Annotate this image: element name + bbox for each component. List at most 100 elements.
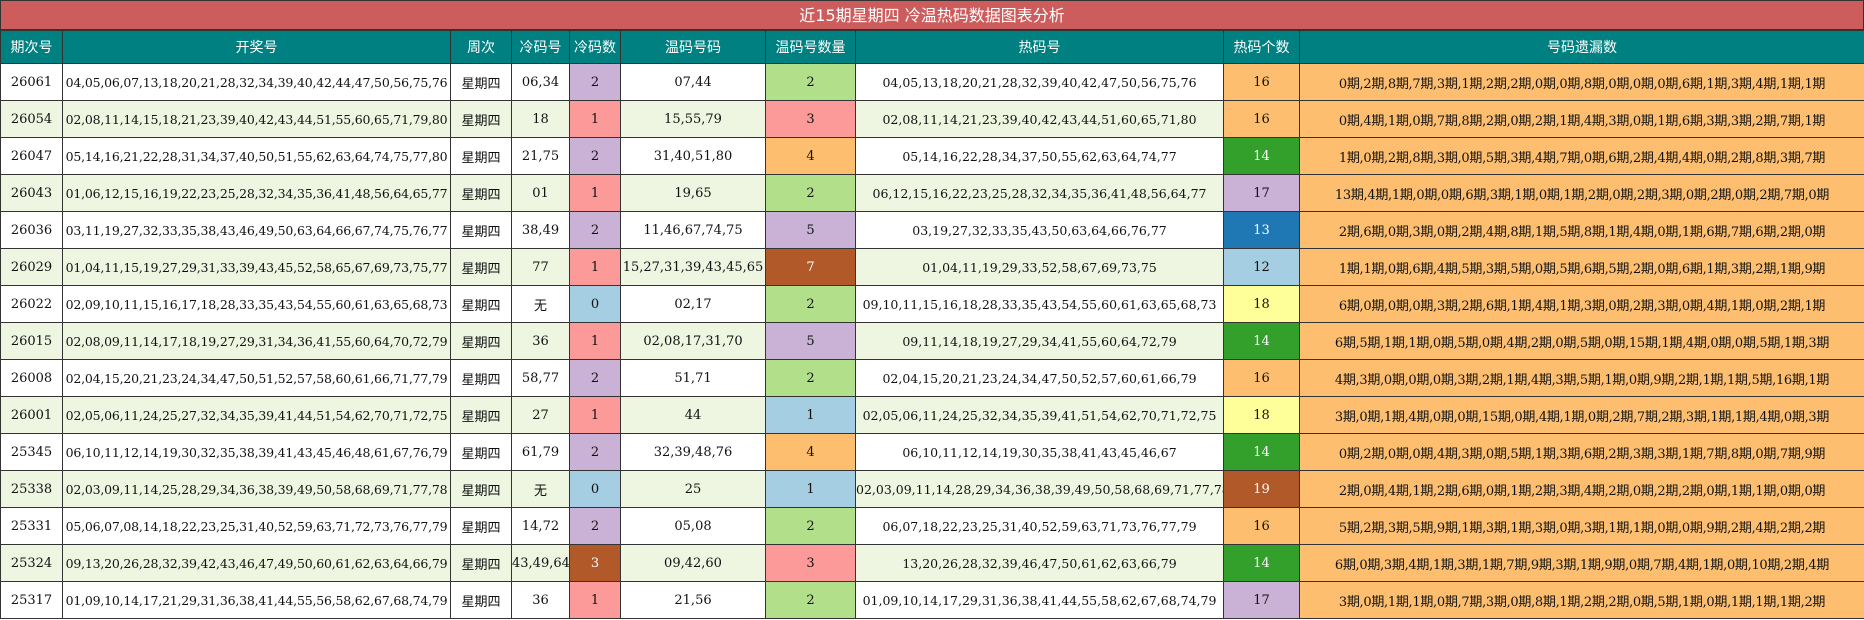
hot-numbers-cell: 02,08,11,14,21,23,39,40,42,43,44,51,60,6… bbox=[855, 100, 1224, 138]
hot-count-cell: 18 bbox=[1223, 396, 1300, 434]
table-row: 26036 03,11,19,27,32,33,35,38,43,46,49,50… bbox=[0, 211, 1864, 249]
cold-count-cell: 1 bbox=[569, 100, 621, 138]
cold-numbers-cell: 36 bbox=[511, 322, 570, 360]
missing-counts-cell: 6期,5期,1期,1期,0期,5期,0期,4期,2期,0期,5期,0期,15期,… bbox=[1299, 322, 1864, 360]
hot-count-cell: 16 bbox=[1223, 359, 1300, 397]
table-row: 25345 06,10,11,12,14,19,30,32,35,38,39,41… bbox=[0, 433, 1864, 471]
warm-numbers-cell: 51,71 bbox=[620, 359, 766, 397]
warm-numbers-cell: 31,40,51,80 bbox=[620, 137, 766, 175]
cold-count-cell: 1 bbox=[569, 396, 621, 434]
issue-cell: 26047 bbox=[0, 137, 63, 175]
issue-cell: 26022 bbox=[0, 285, 63, 323]
missing-counts-cell: 1期,1期,0期,6期,4期,5期,3期,5期,0期,5期,6期,5期,2期,0… bbox=[1299, 248, 1864, 286]
warm-numbers-cell: 09,42,60 bbox=[620, 544, 766, 582]
draw-numbers-cell: 05,14,16,21,22,28,31,34,37,40,50,51,55,6… bbox=[62, 137, 451, 175]
table-row: 26008 02,04,15,20,21,23,24,34,47,50,51,52… bbox=[0, 359, 1864, 397]
issue-cell: 26015 bbox=[0, 322, 63, 360]
hot-numbers-cell: 06,12,15,16,22,23,25,28,32,34,35,36,41,4… bbox=[855, 174, 1224, 212]
hot-numbers-cell: 02,04,15,20,21,23,24,34,47,50,52,57,60,6… bbox=[855, 359, 1224, 397]
missing-counts-cell: 5期,2期,3期,5期,9期,1期,3期,1期,3期,0期,3期,1期,1期,0… bbox=[1299, 507, 1864, 545]
hot-count-cell: 13 bbox=[1223, 211, 1300, 249]
warm-count-cell: 5 bbox=[765, 211, 856, 249]
missing-counts-cell: 2期,0期,4期,1期,2期,6期,0期,1期,2期,3期,4期,2期,0期,2… bbox=[1299, 470, 1864, 508]
warm-count-cell: 1 bbox=[765, 396, 856, 434]
issue-cell: 26061 bbox=[0, 63, 63, 101]
cold-numbers-cell: 61,79 bbox=[511, 433, 570, 471]
hot-count-cell: 14 bbox=[1223, 544, 1300, 582]
table-row: 26029 01,04,11,15,19,27,29,31,33,39,43,45… bbox=[0, 248, 1864, 286]
warm-numbers-cell: 32,39,48,76 bbox=[620, 433, 766, 471]
warm-count-cell: 2 bbox=[765, 581, 856, 619]
draw-numbers-cell: 03,11,19,27,32,33,35,38,43,46,49,50,63,6… bbox=[62, 211, 451, 249]
draw-numbers-cell: 09,13,20,26,28,32,39,42,43,46,47,49,50,6… bbox=[62, 544, 451, 582]
cold-numbers-cell: 14,72 bbox=[511, 507, 570, 545]
missing-counts-cell: 4期,3期,0期,0期,0期,3期,2期,1期,4期,3期,5期,1期,0期,9… bbox=[1299, 359, 1864, 397]
draw-numbers-cell: 02,09,10,11,15,16,17,18,28,33,35,43,54,5… bbox=[62, 285, 451, 323]
cold-numbers-cell: 36 bbox=[511, 581, 570, 619]
table-row: 26054 02,08,11,14,15,18,21,23,39,40,42,43… bbox=[0, 100, 1864, 138]
draw-numbers-cell: 01,09,10,14,17,21,29,31,36,38,41,44,55,5… bbox=[62, 581, 451, 619]
draw-numbers-cell: 04,05,06,07,13,18,20,21,28,32,34,39,40,4… bbox=[62, 63, 451, 101]
warm-count-cell: 2 bbox=[765, 174, 856, 212]
cold-count-cell: 2 bbox=[569, 137, 621, 175]
weekday-cell: 星期四 bbox=[450, 507, 512, 545]
warm-numbers-cell: 44 bbox=[620, 396, 766, 434]
warm-count-cell: 2 bbox=[765, 63, 856, 101]
cold-count-cell: 1 bbox=[569, 174, 621, 212]
hot-count-cell: 16 bbox=[1223, 100, 1300, 138]
hot-count-cell: 14 bbox=[1223, 433, 1300, 471]
hot-numbers-cell: 06,10,11,12,14,19,30,35,38,41,43,45,46,6… bbox=[855, 433, 1224, 471]
weekday-cell: 星期四 bbox=[450, 285, 512, 323]
warm-numbers-cell: 11,46,67,74,75 bbox=[620, 211, 766, 249]
cold-numbers-cell: 38,49 bbox=[511, 211, 570, 249]
hot-numbers-cell: 09,10,11,15,16,18,28,33,35,43,54,55,60,6… bbox=[855, 285, 1224, 323]
table-row: 26043 01,06,12,15,16,19,22,23,25,28,32,34… bbox=[0, 174, 1864, 212]
warm-numbers-cell: 15,55,79 bbox=[620, 100, 766, 138]
weekday-cell: 星期四 bbox=[450, 544, 512, 582]
warm-count-cell: 3 bbox=[765, 100, 856, 138]
weekday-cell: 星期四 bbox=[450, 359, 512, 397]
warm-count-cell: 3 bbox=[765, 544, 856, 582]
draw-numbers-cell: 02,03,09,11,14,25,28,29,34,36,38,39,49,5… bbox=[62, 470, 451, 508]
draw-numbers-cell: 01,04,11,15,19,27,29,31,33,39,43,45,52,5… bbox=[62, 248, 451, 286]
missing-counts-cell: 6期,0期,3期,4期,1期,3期,1期,7期,9期,3期,1期,9期,0期,7… bbox=[1299, 544, 1864, 582]
weekday-cell: 星期四 bbox=[450, 470, 512, 508]
hot-count-cell: 14 bbox=[1223, 137, 1300, 175]
hot-numbers-cell: 09,11,14,18,19,27,29,34,41,55,60,64,72,7… bbox=[855, 322, 1224, 360]
missing-counts-cell: 1期,0期,2期,8期,3期,0期,5期,3期,4期,7期,0期,6期,2期,4… bbox=[1299, 137, 1864, 175]
warm-numbers-cell: 25 bbox=[620, 470, 766, 508]
missing-counts-cell: 2期,6期,0期,3期,0期,2期,4期,8期,1期,5期,8期,1期,4期,0… bbox=[1299, 211, 1864, 249]
warm-count-cell: 1 bbox=[765, 470, 856, 508]
header-row: 期次号 开奖号 周次 冷码号 冷码数 温码号码 温码号数量 热码号 热码个数 号… bbox=[0, 30, 1864, 64]
header-warm: 温码号码 bbox=[620, 30, 766, 64]
hot-numbers-cell: 05,14,16,22,28,34,37,50,55,62,63,64,74,7… bbox=[855, 137, 1224, 175]
warm-numbers-cell: 19,65 bbox=[620, 174, 766, 212]
missing-counts-cell: 3期,0期,1期,4期,0期,0期,15期,0期,4期,1期,0期,2期,7期,… bbox=[1299, 396, 1864, 434]
table-row: 26022 02,09,10,11,15,16,17,18,28,33,35,43… bbox=[0, 285, 1864, 323]
cold-count-cell: 2 bbox=[569, 433, 621, 471]
hot-count-cell: 19 bbox=[1223, 470, 1300, 508]
header-numbers: 开奖号 bbox=[62, 30, 451, 64]
issue-cell: 26001 bbox=[0, 396, 63, 434]
header-cold-count: 冷码数 bbox=[569, 30, 621, 64]
missing-counts-cell: 0期,2期,0期,0期,4期,3期,0期,5期,1期,3期,6期,2期,3期,3… bbox=[1299, 433, 1864, 471]
cold-count-cell: 0 bbox=[569, 470, 621, 508]
warm-count-cell: 2 bbox=[765, 285, 856, 323]
issue-cell: 25331 bbox=[0, 507, 63, 545]
weekday-cell: 星期四 bbox=[450, 581, 512, 619]
weekday-cell: 星期四 bbox=[450, 174, 512, 212]
draw-numbers-cell: 02,08,09,11,14,17,18,19,27,29,31,34,36,4… bbox=[62, 322, 451, 360]
missing-counts-cell: 0期,4期,1期,0期,7期,8期,2期,0期,2期,1期,4期,3期,0期,1… bbox=[1299, 100, 1864, 138]
table-row: 25317 01,09,10,14,17,21,29,31,36,38,41,44… bbox=[0, 581, 1864, 619]
hot-count-cell: 17 bbox=[1223, 174, 1300, 212]
issue-cell: 26043 bbox=[0, 174, 63, 212]
issue-cell: 26029 bbox=[0, 248, 63, 286]
hot-numbers-cell: 01,04,11,19,29,33,52,58,67,69,73,75 bbox=[855, 248, 1224, 286]
hot-numbers-cell: 01,09,10,14,17,29,31,36,38,41,44,55,58,6… bbox=[855, 581, 1224, 619]
page-title: 近15期星期四 冷温热码数据图表分析 bbox=[0, 0, 1864, 30]
cold-count-cell: 2 bbox=[569, 359, 621, 397]
cold-numbers-cell: 77 bbox=[511, 248, 570, 286]
cold-numbers-cell: 21,75 bbox=[511, 137, 570, 175]
hot-count-cell: 17 bbox=[1223, 581, 1300, 619]
draw-numbers-cell: 02,08,11,14,15,18,21,23,39,40,42,43,44,5… bbox=[62, 100, 451, 138]
